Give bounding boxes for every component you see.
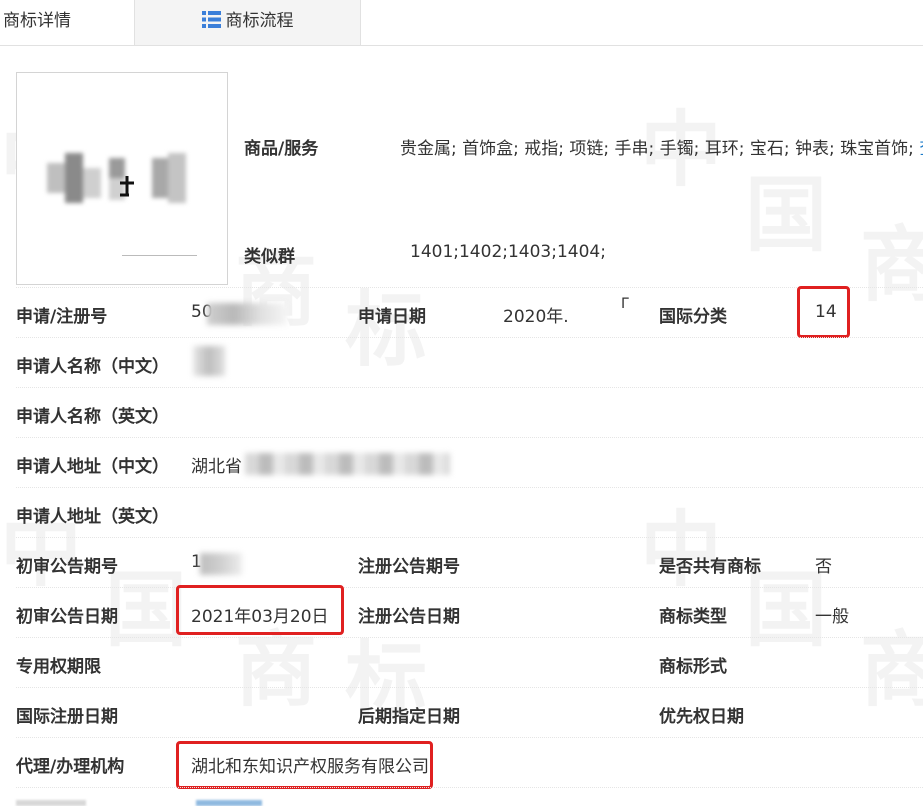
prelim-date-label: 初审公告日期 bbox=[16, 607, 118, 627]
tab-trademark-details[interactable]: 商标详情 bbox=[0, 0, 135, 45]
goods-services-label: 商品/服务 bbox=[244, 139, 319, 159]
address-cn-value: 湖北省 bbox=[191, 457, 242, 477]
tm-form-label: 商标形式 bbox=[659, 657, 727, 677]
row-divider bbox=[16, 687, 923, 688]
watermark-char: 商 bbox=[860, 630, 923, 712]
trademark-image bbox=[16, 72, 228, 285]
next-row-link-cut bbox=[196, 800, 262, 806]
redacted-applicant-cn bbox=[193, 346, 225, 376]
redacted-reg-no bbox=[207, 303, 287, 325]
reg-no-label: 申请/注册号 bbox=[16, 307, 108, 327]
list-icon bbox=[201, 2, 221, 28]
similar-group-label: 类似群 bbox=[244, 247, 295, 267]
agent-label: 代理/办理机构 bbox=[16, 757, 125, 777]
reg-pub-date-label: 注册公告日期 bbox=[358, 607, 460, 627]
redacted-address-cn bbox=[245, 453, 450, 475]
exclusive-period-label: 专用权期限 bbox=[16, 657, 101, 677]
intl-class-label: 国际分类 bbox=[659, 307, 727, 327]
watermark-char: 商 bbox=[235, 630, 317, 712]
reg-pub-no-label: 注册公告期号 bbox=[358, 557, 460, 577]
applicant-cn-label: 申请人名称（中文） bbox=[16, 357, 169, 377]
row-divider bbox=[16, 437, 923, 438]
address-en-label: 申请人地址（英文） bbox=[16, 507, 169, 527]
intl-reg-date-label: 国际注册日期 bbox=[16, 707, 118, 727]
intl-class-highlight bbox=[797, 286, 850, 338]
row-divider bbox=[16, 337, 923, 338]
tab-label: 商标流程 bbox=[225, 11, 294, 31]
address-cn-label: 申请人地址（中文） bbox=[16, 457, 169, 477]
watermark-char: 商 bbox=[860, 225, 923, 307]
row-divider bbox=[16, 487, 923, 488]
tab-bar: 商标详情 商标流程 bbox=[0, 0, 923, 46]
app-date-label: 申请日期 bbox=[358, 307, 426, 327]
similar-group-value: 1401;1402;1403;1404; bbox=[410, 242, 606, 262]
next-row-label-cut bbox=[16, 800, 86, 806]
shared-tm-label: 是否共有商标 bbox=[659, 557, 761, 577]
tm-type-label: 商标类型 bbox=[659, 607, 727, 627]
prelim-no-label: 初审公告期号 bbox=[16, 557, 118, 577]
goods-services-value: 贵金属; 首饰盒; 戒指; 项链; 手串; 手镯; 耳环; 宝石; 钟表; 珠宝… bbox=[400, 134, 923, 159]
prelim-date-highlight bbox=[176, 585, 344, 635]
app-date-value: 2020年. bbox=[503, 307, 569, 327]
priority-date-label: 优先权日期 bbox=[659, 707, 744, 727]
tab-label: 商标详情 bbox=[3, 11, 71, 31]
app-date-fragment: ᒥ bbox=[621, 296, 629, 312]
row-divider bbox=[16, 787, 923, 788]
watermark-char: 中 bbox=[640, 510, 722, 592]
applicant-en-label: 申请人名称（英文） bbox=[16, 407, 169, 427]
goods-services-text: 贵金属; 首饰盒; 戒指; 项链; 手串; 手镯; 耳环; 宝石; 钟表; 珠宝… bbox=[400, 139, 914, 159]
row-divider bbox=[16, 287, 923, 288]
logo-underline bbox=[122, 255, 197, 256]
tm-type-value: 一般 bbox=[815, 607, 849, 627]
watermark-char: 国 bbox=[745, 175, 827, 257]
shared-tm-value: 否 bbox=[815, 557, 832, 577]
logo-glyph bbox=[120, 176, 134, 197]
row-divider bbox=[16, 737, 923, 738]
tab-trademark-process[interactable]: 商标流程 bbox=[135, 0, 361, 45]
row-divider bbox=[16, 387, 923, 388]
agent-highlight bbox=[176, 741, 433, 789]
row-divider bbox=[16, 537, 923, 538]
row-divider bbox=[16, 587, 923, 588]
view-more-link[interactable]: 查 bbox=[919, 139, 923, 159]
row-divider bbox=[16, 637, 923, 638]
later-designation-date-label: 后期指定日期 bbox=[358, 707, 460, 727]
redacted-prelim-no bbox=[200, 553, 242, 575]
